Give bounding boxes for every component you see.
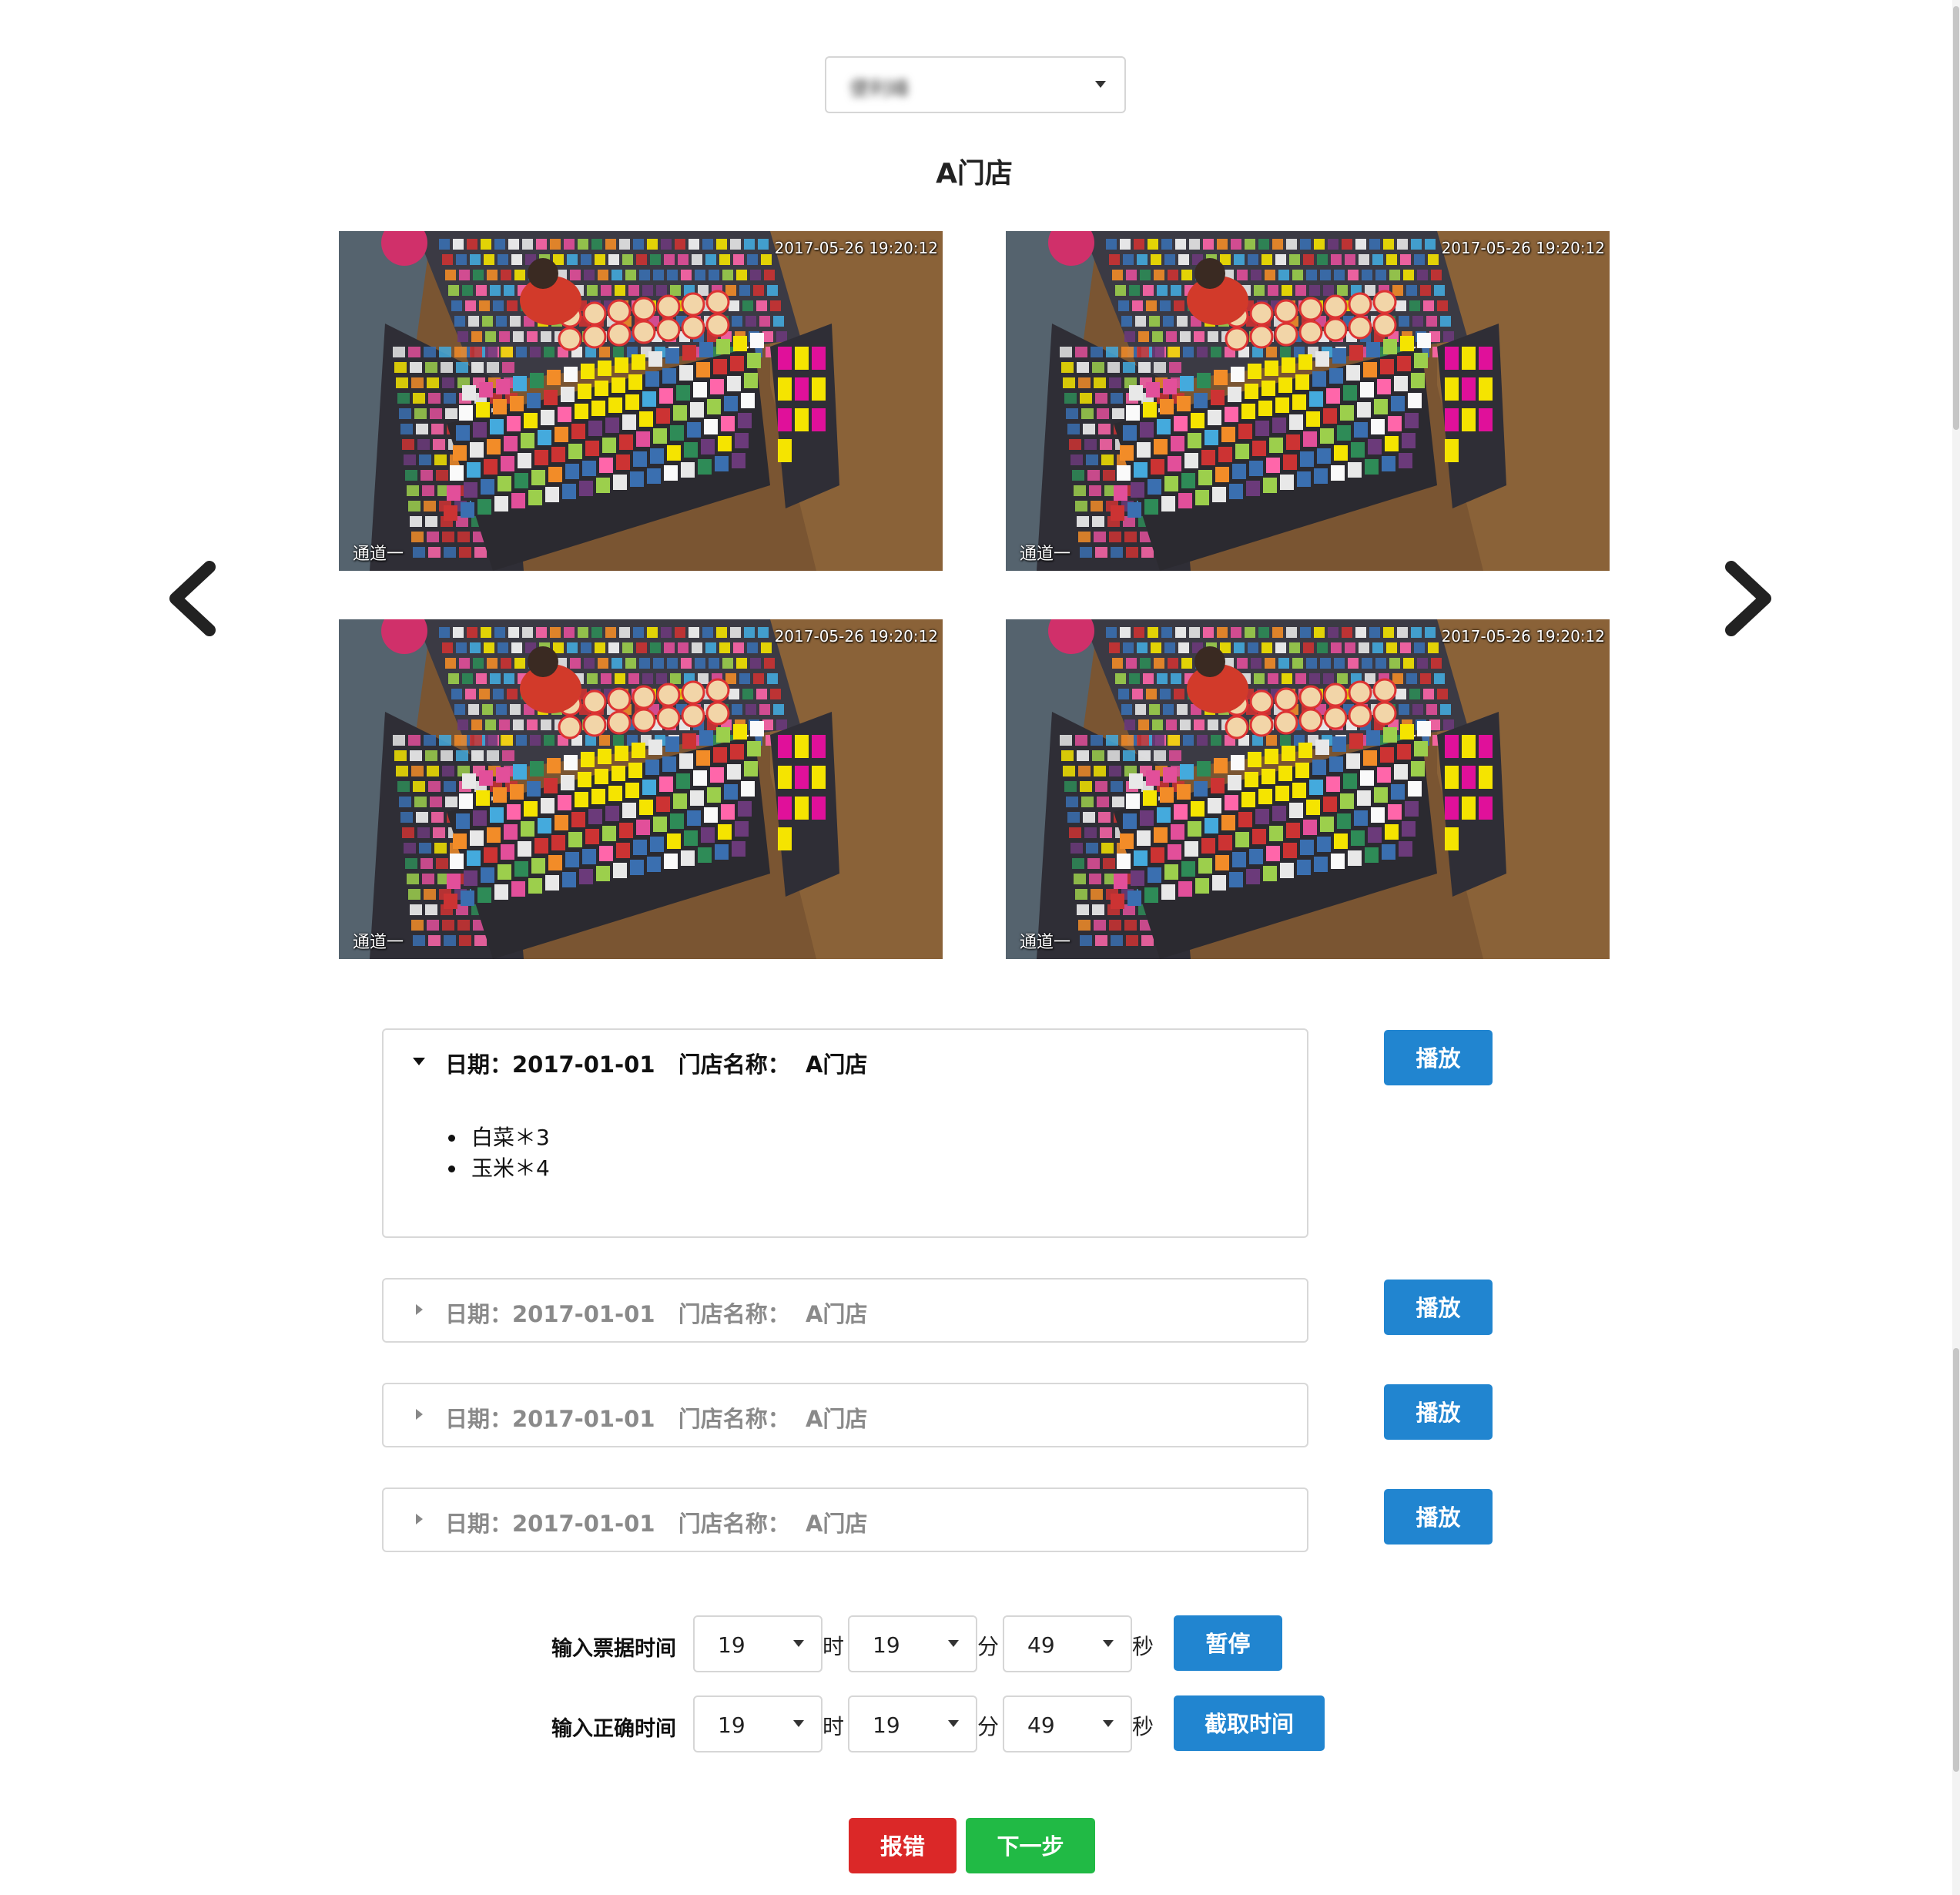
receipt-minute-select[interactable]: 19	[848, 1615, 977, 1672]
camera-timestamp: 2017-05-26 19:20:12	[774, 239, 938, 257]
order-panel-header[interactable]: 日期：2017-01-01 门店名称： A门店	[384, 1489, 1307, 1551]
correct-minute-value: 19	[873, 1712, 900, 1738]
second-unit: 秒	[1132, 1714, 1154, 1739]
minute-unit: 分	[977, 1634, 1000, 1659]
camera-timestamp: 2017-05-26 19:20:12	[1441, 627, 1605, 646]
chevron-down-icon	[948, 1640, 959, 1647]
play-button[interactable]: 播放	[1384, 1489, 1493, 1545]
order-panel: 日期：2017-01-01 门店名称： A门店	[382, 1383, 1308, 1447]
correct-second-select[interactable]: 49	[1003, 1695, 1132, 1752]
report-error-button[interactable]: 报错	[849, 1818, 957, 1873]
order-item: 白菜＊3	[467, 1122, 550, 1153]
receipt-time-label: 输入票据时间	[551, 1637, 676, 1661]
order-panel: 日期：2017-01-01 门店名称： A门店	[382, 1487, 1308, 1552]
store-select-value: 便利峰	[849, 78, 910, 101]
correct-minute-select[interactable]: 19	[848, 1695, 977, 1752]
next-arrow-icon[interactable]	[1717, 556, 1779, 641]
camera-feed[interactable]: 2017-05-26 19:20:12 通道一	[339, 231, 943, 571]
next-step-button[interactable]: 下一步	[966, 1818, 1095, 1873]
order-panel: 日期：2017-01-01 门店名称： A门店	[382, 1278, 1308, 1343]
chevron-down-icon	[1103, 1640, 1114, 1647]
camera-channel: 通道一	[353, 933, 404, 952]
camera-channel: 通道一	[1020, 933, 1071, 952]
order-item: 玉米＊4	[467, 1153, 550, 1184]
order-panel-header[interactable]: 日期：2017-01-01 门店名称： A门店	[384, 1280, 1307, 1341]
camera-feed[interactable]: 2017-05-26 19:20:12 通道一	[1006, 231, 1610, 571]
hour-unit: 时	[823, 1634, 845, 1659]
receipt-second-select[interactable]: 49	[1003, 1615, 1132, 1672]
correct-hour-value: 19	[718, 1712, 745, 1738]
order-panel: 日期：2017-01-01 门店名称： A门店 白菜＊3 玉米＊4	[382, 1028, 1308, 1238]
camera-timestamp: 2017-05-26 19:20:12	[774, 627, 938, 646]
play-button[interactable]: 播放	[1384, 1384, 1493, 1440]
receipt-second-value: 49	[1027, 1632, 1055, 1658]
caret-right-icon	[416, 1409, 423, 1420]
correct-hour-select[interactable]: 19	[693, 1695, 823, 1752]
caret-down-icon	[413, 1058, 425, 1065]
chevron-down-icon	[793, 1720, 804, 1727]
order-panel-header[interactable]: 日期：2017-01-01 门店名称： A门店	[384, 1030, 1307, 1092]
camera-channel: 通道一	[353, 545, 404, 564]
order-panel-title: 日期：2017-01-01 门店名称： A门店	[445, 1406, 868, 1432]
hour-unit: 时	[823, 1714, 845, 1739]
order-items-list: 白菜＊3 玉米＊4	[445, 1122, 550, 1184]
caret-right-icon	[416, 1514, 423, 1524]
chevron-down-icon	[793, 1640, 804, 1647]
correct-second-value: 49	[1027, 1712, 1055, 1738]
order-panel-title: 日期：2017-01-01 门店名称： A门店	[445, 1511, 868, 1537]
correct-time-label: 输入正确时间	[551, 1717, 676, 1741]
order-panel-header[interactable]: 日期：2017-01-01 门店名称： A门店	[384, 1384, 1307, 1446]
pause-button[interactable]: 暂停	[1174, 1615, 1282, 1671]
camera-feed[interactable]: 2017-05-26 19:20:12 通道一	[339, 619, 943, 959]
order-panel-title: 日期：2017-01-01 门店名称： A门店	[445, 1301, 868, 1327]
camera-feed[interactable]: 2017-05-26 19:20:12 通道一	[1006, 619, 1610, 959]
page-scrollbar[interactable]	[1952, 0, 1960, 1895]
receipt-hour-value: 19	[718, 1632, 745, 1658]
receipt-minute-value: 19	[873, 1632, 900, 1658]
caret-right-icon	[416, 1304, 423, 1315]
minute-unit: 分	[977, 1714, 1000, 1739]
order-panel-title: 日期：2017-01-01 门店名称： A门店	[445, 1051, 868, 1078]
receipt-hour-select[interactable]: 19	[693, 1615, 823, 1672]
capture-time-button[interactable]: 截取时间	[1174, 1695, 1325, 1751]
chevron-down-icon	[948, 1720, 959, 1727]
play-button[interactable]: 播放	[1384, 1280, 1493, 1335]
camera-channel: 通道一	[1020, 545, 1071, 564]
second-unit: 秒	[1132, 1634, 1154, 1659]
camera-timestamp: 2017-05-26 19:20:12	[1441, 239, 1605, 257]
chevron-down-icon	[1103, 1720, 1114, 1727]
chevron-down-icon	[1095, 81, 1106, 88]
previous-arrow-icon[interactable]	[162, 556, 223, 641]
store-select[interactable]: 便利峰	[825, 56, 1126, 113]
play-button[interactable]: 播放	[1384, 1030, 1493, 1085]
store-title: A门店	[936, 158, 1013, 190]
scrollbar-thumb[interactable]	[1953, 1348, 1959, 1772]
scrollbar-thumb[interactable]	[1953, 6, 1959, 430]
